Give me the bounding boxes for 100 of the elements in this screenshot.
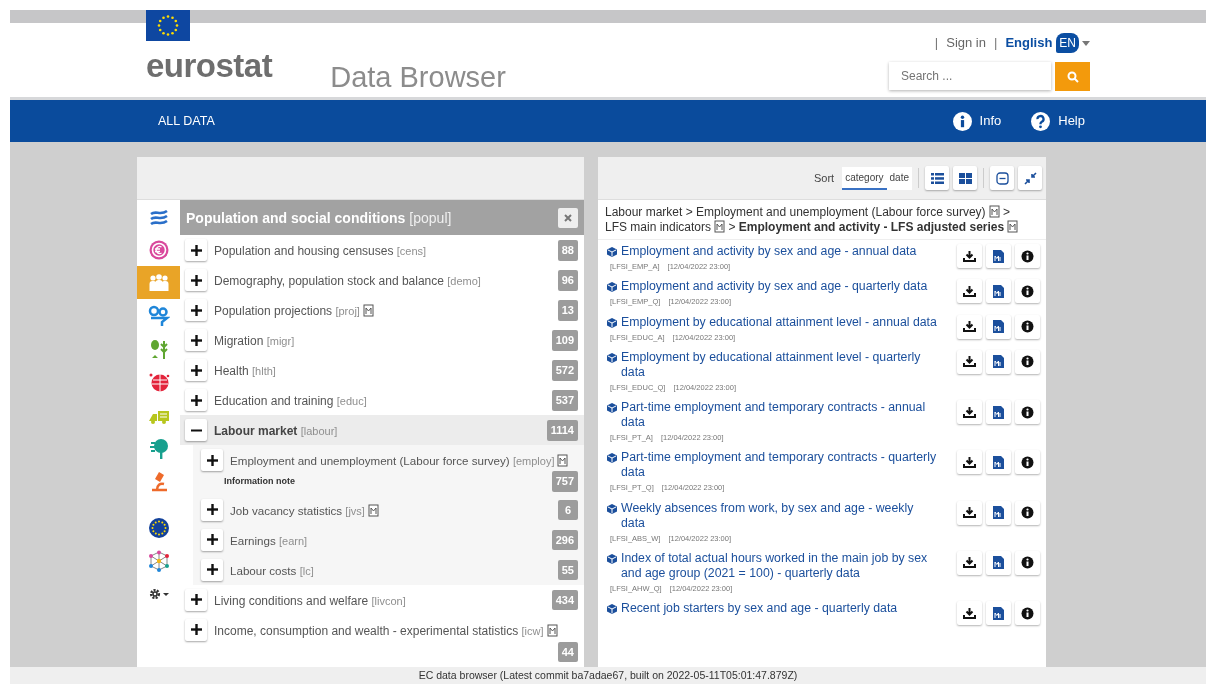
dataset-link[interactable]: Index of total actual hours worked in the main job by sex and age group (2021 = 100) - quarterly data [621, 550, 938, 581]
compress-button[interactable] [1018, 166, 1042, 190]
category-link[interactable]: Migration [214, 334, 264, 348]
category-link[interactable]: Population and housing censuses [214, 244, 394, 258]
breadcrumb-item: Employment and activity - LFS adjusted series [738, 220, 1005, 234]
collapse-all-button[interactable] [990, 166, 1014, 190]
metadata-button[interactable] [986, 601, 1011, 625]
category-link[interactable]: Living conditions and welfare [214, 593, 369, 608]
sort-option[interactable]: date [886, 166, 912, 190]
info-button[interactable] [1015, 550, 1040, 575]
info-icon [1021, 405, 1034, 419]
search-field[interactable]: Search ... [889, 62, 1051, 90]
expand-button[interactable] [185, 239, 207, 261]
expand-button[interactable] [185, 299, 207, 321]
metadata-button[interactable] [986, 244, 1011, 268]
expand-button[interactable] [185, 618, 207, 641]
metadata-button[interactable] [986, 279, 1011, 304]
info-button[interactable] [1015, 400, 1040, 424]
metadata-button[interactable] [986, 450, 1011, 475]
sign-in-link[interactable]: Sign in [946, 33, 986, 53]
info-icon [1021, 355, 1034, 369]
category-link[interactable]: Health [214, 364, 249, 378]
dataset-link[interactable]: Employment and activity by sex and age - annual data [621, 244, 917, 259]
expand-button[interactable] [185, 588, 207, 611]
plus-icon [190, 624, 202, 635]
expand-button[interactable] [185, 389, 207, 411]
category-code: [earn] [279, 534, 308, 547]
dataset-link[interactable]: Part-time employment and temporary contracts - quarterly data [621, 450, 938, 481]
download-button[interactable] [957, 279, 982, 304]
logo[interactable]: eurostat [146, 49, 273, 82]
info-button[interactable] [1015, 279, 1040, 304]
dataset-link[interactable]: Recent job starters by sex and age - quarterly data [621, 601, 898, 616]
expand-button[interactable] [185, 359, 207, 381]
info-button[interactable] [1015, 349, 1040, 374]
metadata-button[interactable] [986, 550, 1011, 575]
sort-option[interactable]: category [842, 166, 887, 190]
category-link[interactable]: Income, consumption and wealth - experimental statistics [214, 623, 519, 638]
count-badge: 296 [551, 529, 578, 550]
dataset-link[interactable]: Employment by educational attainment level - annual data [621, 314, 937, 330]
plus-icon [206, 564, 218, 575]
category-link[interactable]: Employment and unemployment (Labour force survey) [230, 454, 510, 467]
dataset-link[interactable]: Employment by educational attainment level - quarterly data [621, 349, 938, 380]
download-button[interactable] [957, 314, 982, 339]
info-button[interactable] [1015, 314, 1040, 339]
download-button[interactable] [957, 550, 982, 575]
sort-label: Sort [814, 170, 835, 186]
count-badge: 88 [557, 240, 578, 261]
expand-button[interactable] [201, 449, 223, 471]
cube-icon [606, 552, 618, 565]
breadcrumb-item[interactable]: Employment and unemployment (Labour force survey) [696, 205, 986, 219]
download-button[interactable] [957, 450, 982, 475]
info-button[interactable] [1015, 601, 1040, 625]
information-note-link[interactable]: Information note [224, 474, 295, 488]
info-button[interactable] [1015, 500, 1040, 525]
dataset-link[interactable]: Part-time employment and temporary contracts - annual data [621, 400, 938, 430]
breadcrumb-item[interactable]: LFS main indicators [605, 220, 712, 234]
breadcrumb-separator: > [1002, 205, 1010, 219]
info-button[interactable] [1015, 450, 1040, 475]
nav-link[interactable]: ALL DATA [158, 111, 215, 131]
expand-button[interactable] [185, 269, 207, 291]
expand-button[interactable] [201, 498, 223, 521]
expand-button[interactable] [201, 528, 223, 551]
download-button[interactable] [957, 500, 982, 525]
nav-info-link[interactable]: Info [952, 111, 1002, 131]
list-view-button[interactable] [925, 166, 949, 190]
count-badge: 13 [557, 300, 578, 321]
category-link[interactable]: Job vacancy statistics [230, 503, 343, 517]
collapse-button[interactable] [185, 419, 207, 441]
count-badge: 1114 [546, 420, 578, 441]
breadcrumb-item[interactable]: Labour market [605, 205, 683, 219]
expand-button[interactable] [201, 558, 223, 581]
download-button[interactable] [957, 601, 982, 625]
nav-help-link[interactable]: Help [1031, 111, 1085, 131]
category-link[interactable]: Education and training [214, 394, 334, 408]
close-button[interactable] [558, 207, 578, 228]
download-button[interactable] [957, 244, 982, 268]
dataset-link[interactable]: Weekly absences from work, by sex and age - weekly data [621, 500, 938, 531]
info-button[interactable] [1015, 244, 1040, 268]
download-button[interactable] [957, 349, 982, 374]
language-code-badge[interactable]: EN [1056, 33, 1079, 53]
metadata-button[interactable] [986, 400, 1011, 424]
category-link[interactable]: Demography, population stock and balance [214, 274, 444, 288]
category-link[interactable]: Labour costs [230, 563, 297, 577]
metadata-button[interactable] [986, 314, 1011, 339]
category-title: Population and social conditions [186, 209, 406, 226]
info-icon [1021, 606, 1034, 620]
category-link[interactable]: Population projections [214, 304, 333, 318]
expand-button[interactable] [185, 329, 207, 351]
category-code: [migr] [266, 335, 295, 347]
search-icon [1066, 70, 1079, 83]
language-link[interactable]: English [1005, 33, 1053, 53]
category-link[interactable]: Earnings [230, 533, 276, 547]
metadata-button[interactable] [986, 500, 1011, 525]
metadata-button[interactable] [986, 349, 1011, 374]
document-icon [992, 284, 1005, 298]
download-button[interactable] [957, 400, 982, 424]
category-link[interactable]: Labour market [214, 424, 298, 438]
document-icon [992, 320, 1005, 333]
grid-view-button[interactable] [953, 166, 977, 190]
dataset-link[interactable]: Employment and activity by sex and age - quarterly data [621, 279, 928, 295]
